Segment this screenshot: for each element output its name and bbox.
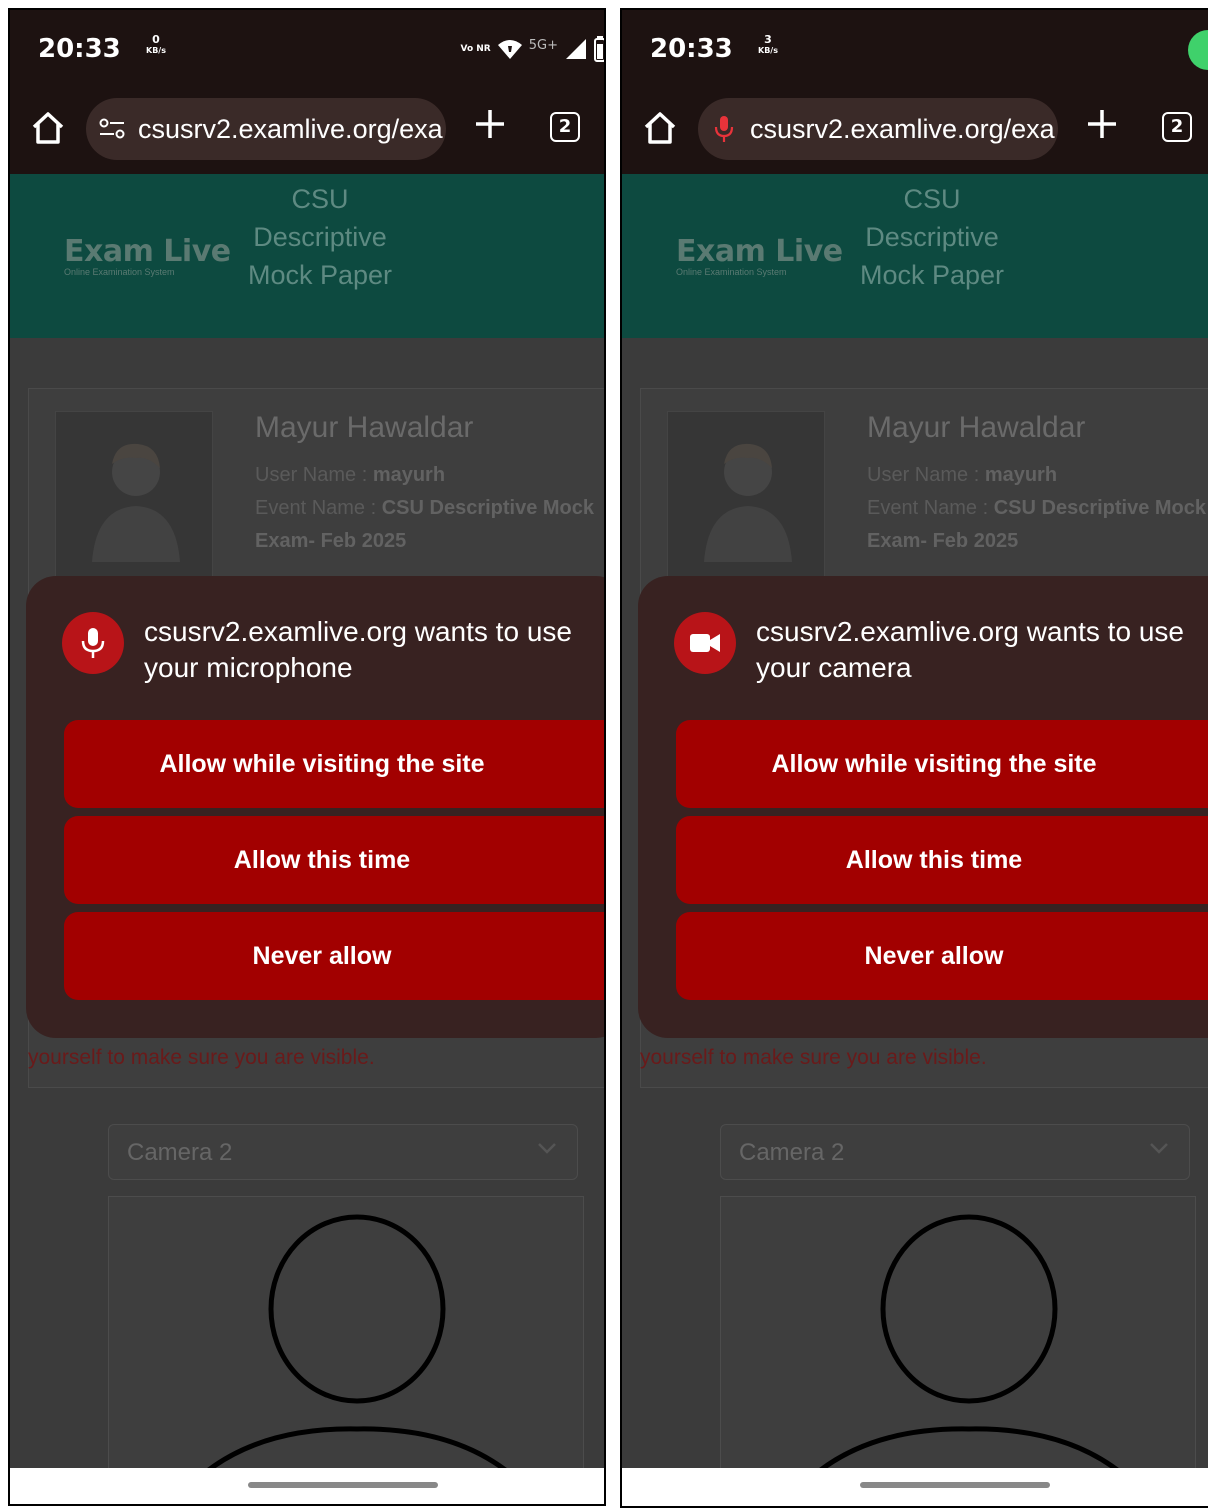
tab-switcher-button[interactable]: 2 <box>1162 112 1192 142</box>
status-bar: 20:33 0 KB/s Vo NR 5G+ <box>10 10 604 90</box>
address-bar[interactable]: csusrv2.examlive.org/exa <box>86 98 446 160</box>
allow-this-time-button[interactable]: Allow this time <box>64 816 604 904</box>
exam-live-logo: Exam Live Online Examination System <box>64 234 231 277</box>
battery-icon <box>594 36 604 62</box>
gesture-nav-bar <box>622 1468 1208 1506</box>
gesture-nav-bar <box>10 1468 604 1504</box>
site-header: Exam Live Online Examination System CSU … <box>622 174 1208 338</box>
permission-message: csusrv2.examlive.org wants to use your c… <box>756 616 1184 683</box>
user-info: Mayur Hawaldar User Name : mayurh Event … <box>867 411 1207 558</box>
never-allow-button[interactable]: Never allow <box>676 912 1208 1000</box>
face-placeholder-icon <box>819 1214 1119 1468</box>
user-avatar-icon <box>92 443 180 562</box>
new-tab-icon[interactable] <box>470 104 510 144</box>
user-full-name: Mayur Hawaldar <box>867 411 1086 444</box>
microphone-in-use-icon[interactable] <box>710 115 738 143</box>
camera-select[interactable]: Camera 2 <box>720 1124 1190 1180</box>
user-name-row: User Name : mayurh <box>867 464 1058 486</box>
visibility-hint: yourself to make sure you are visible. <box>28 1046 375 1069</box>
user-avatar-icon <box>704 443 792 562</box>
network-type: 5G+ <box>528 37 558 53</box>
active-call-indicator[interactable] <box>1188 30 1208 70</box>
tab-switcher-button[interactable]: 2 <box>550 112 580 142</box>
url-text: csusrv2.examlive.org/exa <box>138 113 443 144</box>
chevron-down-icon <box>1150 1143 1168 1154</box>
face-placeholder-icon <box>207 1214 507 1468</box>
url-text: csusrv2.examlive.org/exa <box>750 113 1055 144</box>
user-info: Mayur Hawaldar User Name : mayurh Event … <box>255 411 595 558</box>
allow-while-visiting-button[interactable]: Allow while visiting the site <box>64 720 604 808</box>
site-settings-icon[interactable] <box>98 115 126 143</box>
allow-this-time-button[interactable]: Allow this time <box>676 816 1208 904</box>
net-speed: 0 KB/s <box>146 33 166 55</box>
camera-select[interactable]: Camera 2 <box>108 1124 578 1180</box>
event-name-row: Event Name : CSU Descriptive Mock Exam- … <box>255 497 595 552</box>
event-name-row: Event Name : CSU Descriptive Mock Exam- … <box>867 497 1207 552</box>
new-tab-icon[interactable] <box>1082 104 1122 144</box>
left-screenshot: 20:33 0 KB/s Vo NR 5G+ csusrv2.examlive.… <box>8 8 606 1506</box>
exam-live-logo: Exam Live Online Examination System <box>676 234 843 277</box>
page-title: CSU Descriptive Mock Paper <box>247 184 393 290</box>
wifi-icon <box>497 40 522 59</box>
permission-dialog: csusrv2.examlive.org wants to use your c… <box>638 576 1208 1038</box>
signal-icon <box>566 39 586 59</box>
system-icons: Vo NR 5G+ <box>460 36 604 62</box>
home-gesture-handle[interactable] <box>248 1482 438 1488</box>
permission-message: csusrv2.examlive.org wants to use your m… <box>144 616 572 683</box>
home-icon[interactable] <box>30 110 66 146</box>
phone-screen-right: 20:33 3 KB/s csusrv2.examlive.org/exa 2 … <box>622 10 1208 1506</box>
microphone-icon <box>62 612 124 674</box>
right-screenshot: 20:33 3 KB/s csusrv2.examlive.org/exa 2 … <box>620 8 1208 1508</box>
camera-preview <box>720 1196 1196 1468</box>
camera-preview <box>108 1196 584 1468</box>
allow-while-visiting-button[interactable]: Allow while visiting the site <box>676 720 1208 808</box>
avatar <box>55 411 213 591</box>
address-bar[interactable]: csusrv2.examlive.org/exa <box>698 98 1058 160</box>
chevron-down-icon <box>538 1143 556 1154</box>
browser-toolbar: csusrv2.examlive.org/exa 2 <box>622 90 1208 174</box>
user-full-name: Mayur Hawaldar <box>255 411 474 444</box>
visibility-hint: yourself to make sure you are visible. <box>640 1046 987 1069</box>
site-header: Exam Live Online Examination System CSU … <box>10 174 604 338</box>
status-time: 20:33 <box>38 34 121 64</box>
status-bar: 20:33 3 KB/s <box>622 10 1208 90</box>
user-name-row: User Name : mayurh <box>255 464 446 486</box>
status-time: 20:33 <box>650 34 733 64</box>
permission-dialog: csusrv2.examlive.org wants to use your m… <box>26 576 604 1038</box>
phone-screen-left: 20:33 0 KB/s Vo NR 5G+ csusrv2.examlive.… <box>10 10 604 1504</box>
home-gesture-handle[interactable] <box>860 1482 1050 1488</box>
net-speed: 3 KB/s <box>758 33 778 55</box>
volte-icon: Vo NR <box>460 43 491 54</box>
video-camera-icon <box>674 612 736 674</box>
page-title: CSU Descriptive Mock Paper <box>859 184 1005 290</box>
browser-toolbar: csusrv2.examlive.org/exa 2 <box>10 90 604 174</box>
home-icon[interactable] <box>642 110 678 146</box>
never-allow-button[interactable]: Never allow <box>64 912 604 1000</box>
avatar <box>667 411 825 591</box>
